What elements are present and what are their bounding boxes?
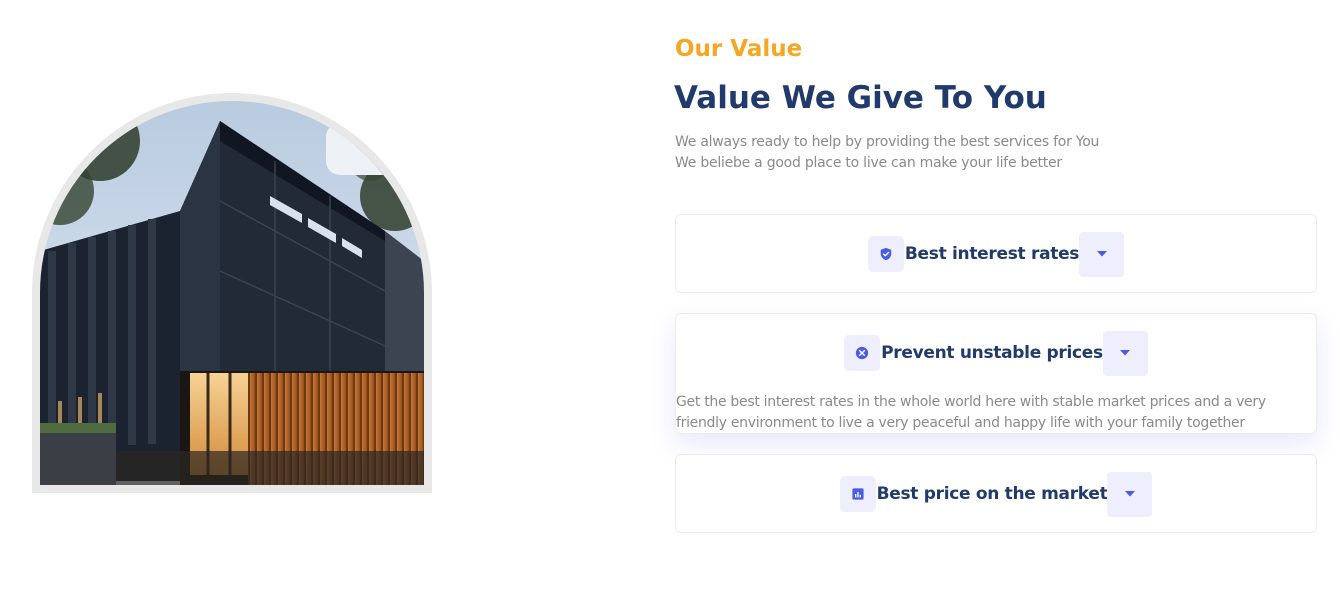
accordion-item-prevent-unstable-prices: Prevent unstable prices Get the best int… — [675, 313, 1317, 434]
house-image-frame — [32, 93, 432, 493]
section-eyebrow: Our Value — [675, 36, 803, 62]
section-description-line-1: We always ready to help by providing the… — [675, 134, 1100, 150]
house-image — [40, 101, 424, 485]
accordion-title: Prevent unstable prices — [881, 343, 1103, 363]
accordion-title: Best price on the market — [876, 484, 1108, 504]
shield-check-icon — [867, 236, 904, 272]
section-title: Value We Give To You — [674, 80, 1047, 116]
accordion-header[interactable]: Best price on the market — [676, 471, 1316, 517]
bar-chart-icon — [839, 476, 876, 512]
caret-down-icon — [1124, 491, 1135, 497]
accordion-item-best-price-on-the-market: Best price on the market — [675, 454, 1317, 533]
section-description: We always ready to help by providing the… — [675, 132, 1099, 174]
accordion-body-line-2: friendly environment to live a very peac… — [676, 415, 1245, 431]
accordion-item-best-interest-rates: Best interest rates — [675, 214, 1317, 293]
accordion-header[interactable]: Prevent unstable prices — [676, 330, 1316, 376]
accordion-body-line-1: Get the best interest rates in the whole… — [676, 394, 1266, 410]
accordion-toggle-button[interactable] — [1107, 471, 1153, 517]
accordion-toggle-button[interactable] — [1079, 231, 1125, 277]
caret-down-icon — [1120, 350, 1131, 356]
accordion-toggle-button[interactable] — [1102, 330, 1148, 376]
section-description-line-2: We beliebe a good place to live can make… — [675, 155, 1062, 171]
caret-down-icon — [1096, 251, 1107, 257]
accordion-header[interactable]: Best interest rates — [676, 231, 1316, 277]
x-circle-icon — [844, 335, 881, 371]
accordion-body: Get the best interest rates in the whole… — [676, 392, 1308, 434]
accordion-title: Best interest rates — [904, 244, 1080, 264]
